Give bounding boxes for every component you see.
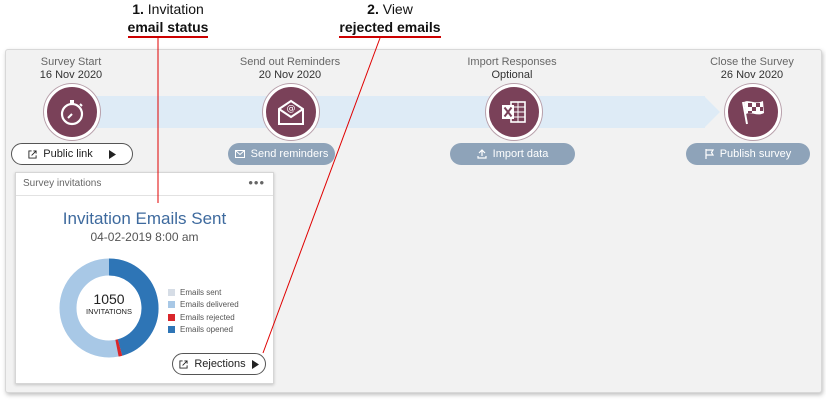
legend-label: Emails opened [180,325,233,335]
step-name: Import Responses [467,56,557,68]
more-options-icon[interactable]: ••• [248,175,265,190]
step-send-reminders: Send out Reminders 20 Nov 2020 [215,56,365,82]
envelope-icon [234,150,245,158]
legend-swatch [168,288,175,296]
step-import-responses: Import Responses Optional [437,56,587,82]
public-link-label: Public link [43,148,93,160]
callout-strong-text: email status [127,19,209,38]
email-icon[interactable]: @ [263,84,319,140]
donut-center: 1050 INVITATIONS [74,291,144,316]
step-date: 26 Nov 2020 [720,69,784,81]
donut-total: 1050 [93,291,125,307]
legend-label: Emails rejected [180,312,235,322]
legend-label: Emails delivered [180,300,239,310]
play-icon [108,149,116,159]
checkered-flag-icon[interactable] [725,84,781,140]
step-date: 16 Nov 2020 [39,69,103,81]
rejections-button[interactable]: Rejections [172,353,266,375]
step-date: Optional [491,69,533,81]
legend-swatch [168,313,175,321]
publish-survey-button[interactable]: Publish survey [686,143,810,165]
legend-item: Emails delivered [168,299,239,312]
card-title: Survey invitations [23,178,102,189]
external-link-icon [28,149,37,159]
legend-item: Emails rejected [168,311,239,324]
callout-strong-text: rejected emails [339,19,441,38]
import-data-button[interactable]: Import data [450,143,575,165]
callout-text: View [382,1,413,17]
import-data-label: Import data [492,148,549,160]
step-date: 20 Nov 2020 [258,69,322,81]
timeline-band [95,96,705,128]
flag-icon [705,149,714,159]
step-name: Survey Start [40,56,102,68]
step-name: Send out Reminders [239,56,341,68]
legend-swatch [168,326,175,334]
invitation-date: 04-02-2019 8:00 am [90,230,199,244]
excel-icon[interactable] [486,84,542,140]
send-reminders-button[interactable]: Send reminders [228,143,335,165]
external-link-icon [179,359,188,369]
legend-swatch [168,301,175,309]
step-name: Close the Survey [710,56,794,68]
step-close-survey: Close the Survey 26 Nov 2020 [677,56,826,82]
legend-label: Emails sent [180,287,222,297]
callout-number: 2. [367,1,379,17]
publish-survey-label: Publish survey [719,148,792,160]
callout-text: Invitation [147,1,204,17]
play-icon [251,359,259,369]
public-link-button[interactable]: Public link [11,143,133,165]
upload-icon [477,149,487,159]
invitation-heading: Invitation Emails Sent [62,209,227,228]
send-reminders-label: Send reminders [250,148,329,160]
callout-rejected-emails: 2. View rejected emails [325,0,455,38]
rejections-label: Rejections [194,358,246,370]
survey-invitations-card: Survey invitations ••• Invitation Emails… [15,172,274,384]
card-header: Survey invitations ••• [16,173,273,196]
timeline-band-arrow [704,96,720,128]
legend-item: Emails opened [168,324,239,337]
chart-legend: Emails sent Emails delivered Emails reje… [168,286,239,336]
donut-rejected-segment [115,339,123,357]
step-survey-start: Survey Start 16 Nov 2020 [0,56,146,82]
donut-total-label: INVITATIONS [86,307,132,316]
svg-text:@: @ [287,104,296,114]
stopwatch-icon[interactable] [44,84,100,140]
callout-email-status: 1. Invitation email status [118,0,218,38]
callout-number: 1. [132,1,144,17]
legend-item: Emails sent [168,286,239,299]
